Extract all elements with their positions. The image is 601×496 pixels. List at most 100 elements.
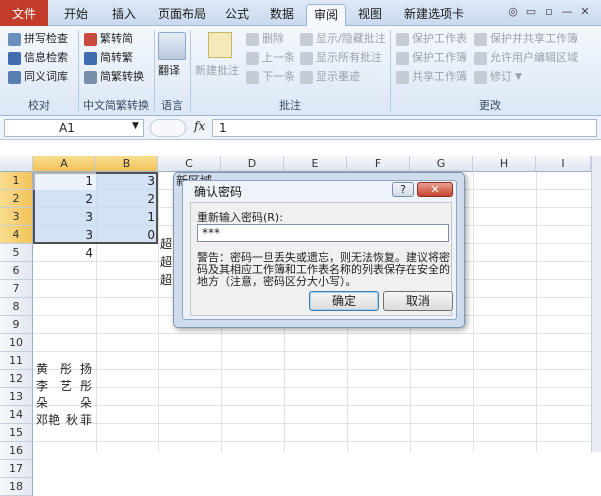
cell-name[interactable]: 黄 xyxy=(36,360,56,378)
cell-a2[interactable]: 2 xyxy=(33,190,96,208)
column-header-g[interactable]: G xyxy=(410,156,473,172)
cell-name[interactable]: 彤 xyxy=(80,377,100,395)
formula-expand-handle[interactable] xyxy=(150,119,186,137)
cell-name[interactable]: 李 xyxy=(36,377,56,395)
protect-workbook-button[interactable]: 保护工作簿 xyxy=(396,49,467,67)
share-workbook-button[interactable]: 共享工作簿 xyxy=(396,68,467,86)
cell-a4[interactable]: 3 xyxy=(33,226,96,244)
cell-name[interactable]: 菲 xyxy=(80,411,100,429)
row-header-15[interactable]: 15 xyxy=(0,424,33,442)
vertical-scrollbar[interactable] xyxy=(591,156,601,452)
row-header-2[interactable]: 2 xyxy=(0,190,33,208)
tab-view[interactable]: 视图 xyxy=(350,4,390,26)
row-header-1[interactable]: 1 xyxy=(0,172,33,190)
cell-name[interactable]: 朵 xyxy=(36,394,56,412)
cell-name[interactable]: 扬 xyxy=(80,360,100,378)
delete-comment-label: 删除 xyxy=(262,32,284,45)
cell-b4[interactable]: 0 xyxy=(96,226,158,244)
warning-text: 警告：密码一旦丢失或遗忘，则无法恢复。建议将密码及其相应工作簿和工作表名称的列表… xyxy=(197,251,450,288)
row-header-10[interactable]: 10 xyxy=(0,334,33,352)
chevron-down-icon[interactable]: ▼ xyxy=(132,121,139,131)
column-header-c[interactable]: C xyxy=(158,156,221,172)
tab-page-layout[interactable]: 页面布局 xyxy=(152,4,212,26)
ok-button[interactable]: 确定 xyxy=(309,291,379,311)
tab-formulas[interactable]: 公式 xyxy=(218,4,256,26)
dialog-close-button[interactable]: ✕ xyxy=(417,182,453,197)
name-box[interactable]: A1 xyxy=(4,119,144,137)
help-icon[interactable]: ◎ xyxy=(506,5,520,19)
cell-a1[interactable]: 1 xyxy=(33,172,96,190)
cell-a3[interactable]: 3 xyxy=(33,208,96,226)
tab-review[interactable]: 审阅 xyxy=(306,4,346,26)
cell-b3[interactable]: 1 xyxy=(96,208,158,226)
column-header-f[interactable]: F xyxy=(347,156,410,172)
research-button[interactable]: 信息检索 xyxy=(8,49,68,67)
show-all-comments-button[interactable]: 显示所有批注 xyxy=(300,49,382,67)
column-header-b[interactable]: B xyxy=(96,156,158,172)
cell-b1[interactable]: 3 xyxy=(96,172,158,190)
row-header-13[interactable]: 13 xyxy=(0,388,33,406)
row-header-3[interactable]: 3 xyxy=(0,208,33,226)
cell-name[interactable]: 彤 xyxy=(60,360,80,378)
new-comment-button[interactable]: 新建批注 xyxy=(195,62,239,80)
protect-sheet-button[interactable]: 保护工作表 xyxy=(396,30,467,48)
tab-insert[interactable]: 插入 xyxy=(104,4,144,26)
row-header-7[interactable]: 7 xyxy=(0,280,33,298)
show-ink-label: 显示墨迹 xyxy=(316,70,360,83)
protect-sheet-label: 保护工作表 xyxy=(412,32,467,45)
row-header-14[interactable]: 14 xyxy=(0,406,33,424)
row-header-11[interactable]: 11 xyxy=(0,352,33,370)
formula-input[interactable]: 1 xyxy=(212,119,597,137)
simp-to-trad-button[interactable]: 简转繁 xyxy=(84,49,133,67)
close-icon[interactable]: ✕ xyxy=(578,5,592,19)
cell-name[interactable]: 秋 xyxy=(66,411,80,429)
trad-to-simp-button[interactable]: 繁转简 xyxy=(84,30,133,48)
select-all-corner[interactable] xyxy=(0,156,33,172)
track-changes-button[interactable]: 修订 ▼ xyxy=(474,68,522,86)
allow-edit-ranges-button[interactable]: 允许用户编辑区域 xyxy=(474,49,578,67)
research-label: 信息检索 xyxy=(24,51,68,64)
row-header-16[interactable]: 16 xyxy=(0,442,33,460)
row-header-6[interactable]: 6 xyxy=(0,262,33,280)
next-comment-button[interactable]: 下一条 xyxy=(246,68,295,86)
minimize-icon[interactable]: ▭ xyxy=(524,5,538,19)
column-header-d[interactable]: D xyxy=(221,156,284,172)
gridline xyxy=(473,172,474,452)
column-header-e[interactable]: E xyxy=(284,156,347,172)
row-header-5[interactable]: 5 xyxy=(0,244,33,262)
cell-name[interactable]: 邓艳 xyxy=(36,411,64,429)
row-header-4[interactable]: 4 xyxy=(0,226,33,244)
row-header-9[interactable]: 9 xyxy=(0,316,33,334)
cell-b2[interactable]: 2 xyxy=(96,190,158,208)
column-header-i[interactable]: I xyxy=(536,156,591,172)
previous-comment-button[interactable]: 上一条 xyxy=(246,49,295,67)
tab-data[interactable]: 数据 xyxy=(262,4,302,26)
minimize-ribbon-icon[interactable]: — xyxy=(560,5,574,19)
show-hide-comment-button[interactable]: 显示/隐藏批注 xyxy=(300,30,386,48)
tab-new[interactable]: 新建选项卡 xyxy=(398,4,470,26)
password-input[interactable]: *** xyxy=(197,224,449,242)
row-header-18[interactable]: 18 xyxy=(0,478,33,496)
row-header-12[interactable]: 12 xyxy=(0,370,33,388)
delete-comment-button[interactable]: 删除 xyxy=(246,30,284,48)
restore-icon[interactable]: ▫ xyxy=(542,5,556,19)
tab-home[interactable]: 开始 xyxy=(56,4,96,26)
dialog-help-button[interactable]: ? xyxy=(392,182,414,197)
column-header-a[interactable]: A xyxy=(33,156,96,172)
translate-button[interactable]: 翻译 xyxy=(158,62,180,80)
cancel-button[interactable]: 取消 xyxy=(383,291,453,311)
translate-icon[interactable] xyxy=(158,32,186,60)
fx-icon[interactable]: fx xyxy=(194,119,205,133)
cell-a5[interactable]: 4 xyxy=(33,244,96,262)
thesaurus-button[interactable]: 同义词库 xyxy=(8,68,68,86)
show-ink-button[interactable]: 显示墨迹 xyxy=(300,68,360,86)
file-tab[interactable]: 文件 xyxy=(0,0,48,26)
column-header-h[interactable]: H xyxy=(473,156,536,172)
chinese-convert-button[interactable]: 简繁转换 xyxy=(84,68,144,86)
spellcheck-button[interactable]: 拼写检查 xyxy=(8,30,68,48)
row-header-17[interactable]: 17 xyxy=(0,460,33,478)
row-header-8[interactable]: 8 xyxy=(0,298,33,316)
cell-name[interactable]: 朵 xyxy=(80,394,100,412)
cell-name[interactable]: 艺 xyxy=(60,377,80,395)
protect-share-workbook-button[interactable]: 保护并共享工作簿 xyxy=(474,30,578,48)
